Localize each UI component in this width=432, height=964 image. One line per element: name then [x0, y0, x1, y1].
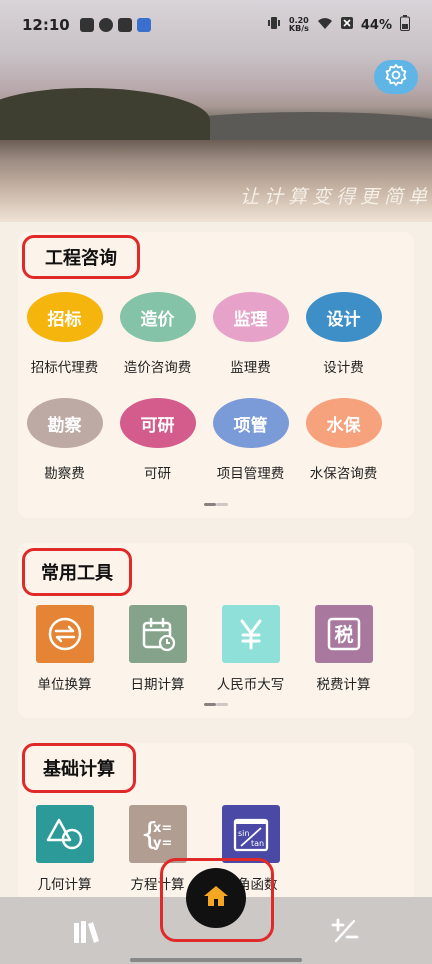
bidding-badge: 招标: [26, 292, 103, 342]
geometry-icon: [35, 805, 94, 863]
vibrate-icon: [267, 16, 281, 34]
common-tools-card: 常用工具 单位换算 日期计算 人民币大写 税 税费计算: [18, 543, 414, 718]
page-dot-active: [204, 703, 216, 706]
net-speed: 0.20 KB/s: [289, 17, 309, 33]
soil-conservation-badge: 水保: [305, 398, 382, 448]
yuan-icon: [221, 605, 280, 663]
fee-tile-supervision[interactable]: 监理 监理费: [204, 292, 297, 376]
section-title: 常用工具: [41, 563, 113, 584]
tile-label: 造价咨询费: [123, 360, 192, 376]
plus-minus-icon[interactable]: [330, 917, 360, 945]
design-badge: 设计: [305, 292, 382, 342]
feasibility-badge: 可研: [119, 398, 196, 448]
svg-text:x=: x=: [153, 821, 172, 836]
calendar-icon: [128, 605, 187, 663]
status-time: 12:10: [22, 16, 70, 34]
page-dot: [216, 703, 228, 706]
gear-icon: [384, 63, 408, 91]
sim-icon: [79, 18, 94, 32]
section-title: 基础计算: [43, 759, 115, 780]
section-title: 工程咨询: [45, 248, 117, 269]
tile-label: 项目管理费: [216, 466, 285, 482]
app-notification-icon: [98, 18, 113, 32]
section-title-highlight: 基础计算: [22, 743, 136, 793]
hero-slogan: 让计算变得更简单: [239, 186, 432, 208]
wifi-icon: [317, 17, 333, 34]
notification-icons: [79, 18, 151, 32]
signal-off-icon: [340, 17, 353, 33]
tax-icon: 税: [314, 605, 373, 663]
tool-tile-tax-calc[interactable]: 税 税费计算: [297, 605, 390, 693]
engineering-row-2: 勘察 勘察费 可研 可研 项管 项目管理费 水保 水保咨询费: [18, 398, 414, 482]
tool-tile-date-calc[interactable]: 日期计算: [111, 605, 204, 693]
tile-label: 日期计算: [130, 677, 185, 693]
tile-label: 可研: [144, 466, 171, 482]
svg-text:y=: y=: [153, 836, 172, 851]
status-bar: 12:10 0.20 KB/s 44%: [0, 0, 432, 50]
tile-label: 人民币大写: [216, 677, 285, 693]
svg-text:sin: sin: [238, 829, 249, 838]
battery-level: 44%: [360, 17, 392, 33]
fee-tile-soil-conservation[interactable]: 水保 水保咨询费: [297, 398, 390, 482]
tile-label: 税费计算: [316, 677, 371, 693]
tool-tile-unit-conversion[interactable]: 单位换算: [18, 605, 111, 693]
fee-tile-cost[interactable]: 造价 造价咨询费: [111, 292, 204, 376]
gesture-bar: [130, 958, 302, 962]
supervision-badge: 监理: [212, 292, 289, 342]
tile-label: 监理费: [230, 360, 271, 376]
section-title-highlight: 常用工具: [22, 548, 132, 596]
fee-tile-survey[interactable]: 勘察 勘察费: [18, 398, 111, 482]
fee-tile-bidding[interactable]: 招标 招标代理费: [18, 292, 111, 376]
calc-tile-geometry[interactable]: 几何计算: [18, 805, 111, 893]
tile-label: 水保咨询费: [309, 466, 378, 482]
project-management-badge: 项管: [212, 398, 289, 448]
page-indicator: [204, 503, 228, 506]
tile-label: 几何计算: [37, 877, 92, 893]
home-button[interactable]: [186, 868, 246, 928]
hero-hill: [0, 88, 210, 148]
svg-text:tan: tan: [251, 839, 264, 848]
books-icon[interactable]: [72, 919, 100, 943]
page-indicator: [204, 703, 228, 706]
fee-tile-feasibility[interactable]: 可研 可研: [111, 398, 204, 482]
section-title-highlight: 工程咨询: [22, 235, 140, 279]
tile-label: 招标代理费: [30, 360, 99, 376]
fee-tile-project-management[interactable]: 项管 项目管理费: [204, 398, 297, 482]
trig-icon: sin tan: [221, 805, 280, 863]
tool-tile-rmb-uppercase[interactable]: 人民币大写: [204, 605, 297, 693]
engineering-row-1: 招标 招标代理费 造价 造价咨询费 监理 监理费 设计 设计费: [18, 292, 414, 376]
tools-row: 单位换算 日期计算 人民币大写 税 税费计算: [18, 605, 414, 693]
battery-icon: [400, 15, 410, 35]
fee-tile-design[interactable]: 设计 设计费: [297, 292, 390, 376]
survey-badge: 勘察: [26, 398, 103, 448]
hero-water: [0, 140, 432, 222]
tile-label: 单位换算: [37, 677, 92, 693]
engineering-consulting-card: 工程咨询 招标 招标代理费 造价 造价咨询费 监理 监理费 设计 设计费 勘察 …: [18, 232, 414, 518]
net-speed-unit: KB/s: [288, 24, 309, 33]
page-dot-active: [204, 503, 216, 506]
app-notification-icon: [136, 18, 151, 32]
cost-badge: 造价: [119, 292, 196, 342]
convert-icon: [35, 605, 94, 663]
settings-button[interactable]: [374, 60, 418, 94]
svg-text:税: 税: [334, 623, 353, 646]
home-icon: [203, 884, 229, 912]
tiktok-icon: [117, 18, 132, 32]
tile-label: 设计费: [323, 360, 364, 376]
tile-label: 勘察费: [44, 466, 85, 482]
equation-icon: { x= y=: [128, 805, 187, 863]
page-dot: [216, 503, 228, 506]
